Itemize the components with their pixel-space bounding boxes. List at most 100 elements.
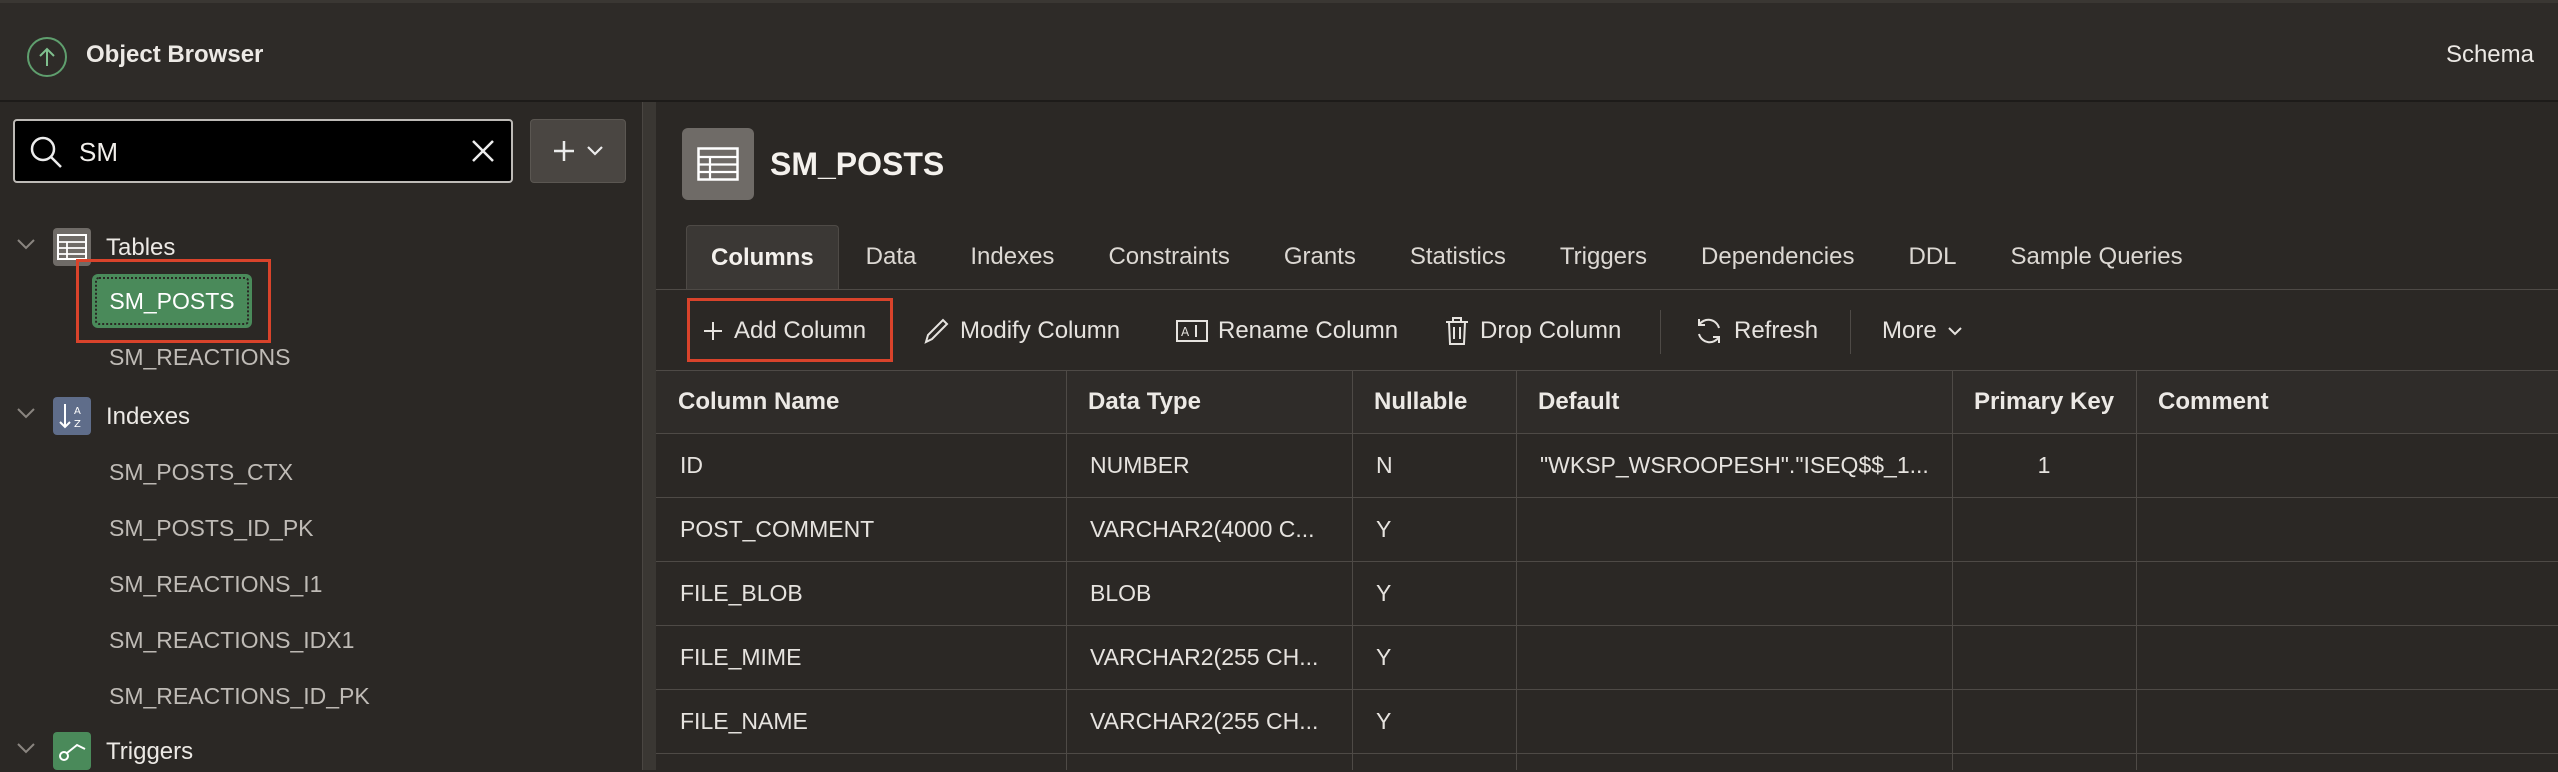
tab-columns[interactable]: Columns [686, 225, 839, 289]
column-divider [2136, 370, 2137, 770]
refresh-button[interactable]: Refresh [1694, 302, 1818, 360]
tree-group-label: Indexes [106, 403, 191, 430]
cell-column-name: FILE_MIME [680, 644, 802, 670]
cell-data-type: VARCHAR2(255 CH... [1090, 644, 1319, 670]
panel-splitter[interactable] [642, 102, 656, 770]
search-value[interactable]: SM [79, 137, 118, 168]
svg-text:A: A [1181, 325, 1190, 339]
tree-item-index[interactable]: SM_POSTS_ID_PK [109, 515, 314, 542]
column-divider [1952, 370, 1953, 770]
cell-column-name: FILE_NAME [680, 708, 808, 734]
arrow-up-icon[interactable] [27, 37, 67, 77]
page-title: Object Browser [86, 41, 264, 68]
rename-column-label: Rename Column [1218, 317, 1399, 344]
object-detail-panel: SM_POSTS Columns Data Indexes Constraint… [656, 102, 2558, 770]
cell-comment [2136, 562, 2558, 625]
trigger-icon [53, 732, 91, 770]
tab-constraints[interactable]: Constraints [1081, 225, 1256, 289]
cell-primary-key [1952, 626, 2136, 689]
tree-item-sm-reactions[interactable]: SM_REACTIONS [109, 344, 290, 371]
chevron-down-icon[interactable] [16, 238, 36, 257]
cell-nullable: Y [1376, 708, 1392, 734]
schema-selector[interactable]: Schema [2446, 41, 2534, 69]
chevron-down-icon[interactable] [16, 742, 36, 761]
close-icon[interactable] [469, 137, 497, 170]
cell-data-type: VARCHAR2(255 CH... [1090, 708, 1319, 734]
cell-column-name: POST_COMMENT [680, 516, 875, 542]
refresh-icon [1698, 318, 1720, 344]
tree-group-indexes[interactable]: AZ Indexes [0, 395, 640, 437]
cell-column-name: FILE_BLOB [680, 580, 803, 606]
cell-nullable: Y [1376, 580, 1392, 606]
chevron-down-icon [1947, 327, 1962, 336]
header-data-type[interactable]: Data Type [1066, 371, 1352, 433]
refresh-label: Refresh [1734, 317, 1819, 344]
add-column-button[interactable]: Add Column [702, 302, 866, 360]
tree-group-label: Triggers [106, 738, 194, 765]
table-row[interactable]: FILE_MIME VARCHAR2(255 CH... Y [656, 626, 2558, 690]
tab-indexes[interactable]: Indexes [943, 225, 1081, 289]
drop-column-button[interactable]: Drop Column [1444, 302, 1621, 360]
cell-comment [2136, 434, 2558, 497]
toolbar-separator [1660, 310, 1661, 354]
cell-default [1516, 690, 1952, 753]
column-divider [1516, 370, 1517, 770]
cell-data-type: BLOB [1090, 580, 1152, 606]
tree-item-index[interactable]: SM_REACTIONS_IDX1 [109, 627, 354, 654]
cell-primary-key [1952, 690, 2136, 753]
more-menu-button[interactable]: More [1882, 302, 1963, 360]
rename-icon: A [1176, 320, 1208, 342]
grid-header: Column Name Data Type Nullable Default P… [656, 370, 2558, 434]
cell-nullable: N [1376, 452, 1393, 478]
cell-primary-key: 1 [2037, 452, 2051, 478]
tab-dependencies[interactable]: Dependencies [1674, 225, 1881, 289]
add-column-label: Add Column [734, 317, 867, 344]
tab-ddl[interactable]: DDL [1881, 225, 1983, 289]
cell-default: "WKSP_WSROOPESH"."ISEQ$$_1... [1540, 452, 1929, 478]
tab-sample-queries[interactable]: Sample Queries [1984, 225, 2210, 289]
header-column-name[interactable]: Column Name [656, 371, 1066, 433]
table-row[interactable]: POST_COMMENT VARCHAR2(4000 C... Y [656, 498, 2558, 562]
search-icon [29, 135, 63, 174]
table-icon [682, 128, 754, 200]
object-tree-panel: SM Tables SM_POSTS SM_REACTIONS AZ Index… [0, 102, 642, 770]
object-tabs: Columns Data Indexes Constraints Grants … [686, 223, 2210, 289]
tree-item-index[interactable]: SM_REACTIONS_ID_PK [109, 683, 370, 710]
tree-item-sm-posts[interactable]: SM_POSTS [92, 274, 252, 328]
chevron-down-icon[interactable] [16, 407, 36, 426]
header-default[interactable]: Default [1516, 371, 1952, 433]
search-input[interactable]: SM [13, 119, 513, 183]
pencil-icon [924, 318, 949, 344]
tree-group-triggers[interactable]: Triggers [0, 730, 640, 772]
header-comment[interactable]: Comment [2136, 371, 2558, 433]
tab-statistics[interactable]: Statistics [1383, 225, 1533, 289]
drop-column-label: Drop Column [1480, 317, 1622, 344]
table-row[interactable]: FILE_NAME VARCHAR2(255 CH... Y [656, 690, 2558, 754]
cell-data-type: VARCHAR2(4000 C... [1090, 516, 1315, 542]
cell-column-name: ID [680, 452, 703, 478]
tab-triggers[interactable]: Triggers [1533, 225, 1674, 289]
cell-data-type: NUMBER [1090, 452, 1190, 478]
modify-column-button[interactable]: Modify Column [922, 302, 1120, 360]
rename-column-button[interactable]: A Rename Column [1176, 302, 1398, 360]
sort-index-icon: AZ [53, 397, 91, 435]
svg-text:Z: Z [74, 419, 81, 430]
table-row[interactable]: FILE_BLOB BLOB Y [656, 562, 2558, 626]
tab-data[interactable]: Data [839, 225, 944, 289]
tab-grants[interactable]: Grants [1257, 225, 1383, 289]
more-label: More [1882, 317, 1937, 344]
column-divider [1066, 370, 1067, 770]
create-object-button[interactable] [530, 119, 626, 183]
table-row[interactable]: ID NUMBER N "WKSP_WSROOPESH"."ISEQ$$_1..… [656, 434, 2558, 498]
tree-item-index[interactable]: SM_POSTS_CTX [109, 459, 293, 486]
cell-comment [2136, 498, 2558, 561]
header-nullable[interactable]: Nullable [1352, 371, 1516, 433]
tree-item-index[interactable]: SM_REACTIONS_I1 [109, 571, 322, 598]
cell-comment [2136, 690, 2558, 753]
cell-nullable: Y [1376, 644, 1392, 670]
tree-group-label: Tables [106, 234, 176, 261]
chevron-down-icon [587, 146, 603, 156]
cell-primary-key [1952, 562, 2136, 625]
header-primary-key[interactable]: Primary Key [1952, 371, 2136, 433]
top-bar: Object Browser Schema [0, 0, 2558, 102]
